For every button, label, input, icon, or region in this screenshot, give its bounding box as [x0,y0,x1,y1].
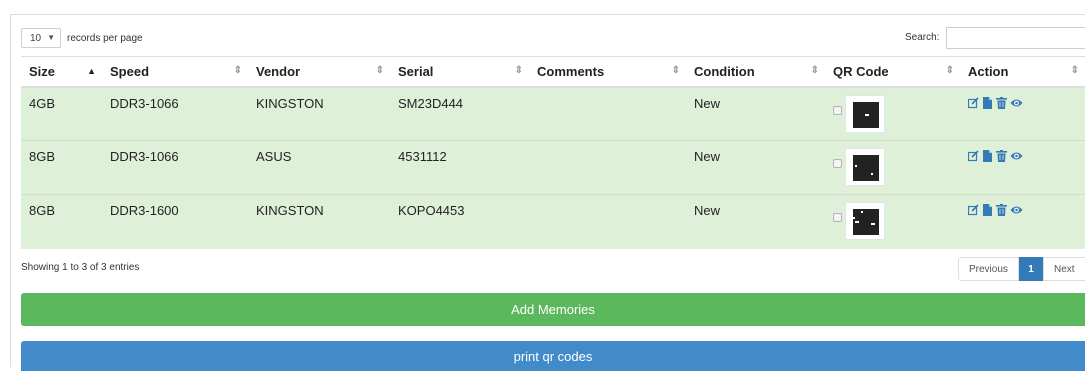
eye-icon[interactable] [1010,97,1023,109]
select-qr-checkbox[interactable] [833,105,842,115]
sort-icon: ⇕ [375,65,384,76]
trash-icon[interactable] [996,150,1007,162]
previous-page-button[interactable]: Previous [958,257,1019,281]
sort-asc-icon: ▲ [87,66,96,76]
sort-icon: ⇕ [514,65,523,76]
next-page-button[interactable]: Next [1043,257,1085,281]
cell-condition: New [686,140,825,195]
search-label: Search: [905,32,940,43]
file-icon[interactable] [982,150,993,162]
edit-icon[interactable] [967,150,979,162]
file-icon[interactable] [982,204,993,216]
inventory-panel: 10 ▼ records per page Search: Size ▲ Spee… [0,0,1085,371]
cell-serial: SM23D444 [390,86,529,141]
trash-icon[interactable] [996,96,1007,109]
column-header-comments[interactable]: Comments ⇕ [529,56,686,88]
cell-condition: New [686,194,825,249]
select-qr-checkbox[interactable] [833,159,842,168]
sort-icon: ⇕ [810,65,819,76]
qr-code-image [845,202,885,240]
pagination: Previous 1 Next [958,257,1085,281]
cell-action [960,140,1085,195]
cell-serial: 4531112 [390,140,529,195]
panel-top-border [10,14,1085,15]
cell-comments [529,194,686,249]
length-control: 10 ▼ records per page [21,28,143,48]
cell-vendor: ASUS [248,140,390,195]
sort-icon: ⇕ [1070,65,1079,76]
cell-size: 8GB [21,194,102,249]
cell-qr-code [825,194,960,249]
sort-icon: ⇕ [233,65,242,76]
eye-icon[interactable] [1010,150,1023,162]
cell-speed: DDR3-1066 [102,140,248,195]
column-header-speed[interactable]: Speed ⇕ [102,56,248,88]
cell-action [960,194,1085,249]
table-row: 4GB DDR3-1066 KINGSTON SM23D444 New [21,86,1085,141]
sort-icon: ⇕ [671,65,680,76]
column-header-condition[interactable]: Condition ⇕ [686,56,825,88]
records-per-page-label: records per page [67,32,143,44]
records-per-page-value: 10 [30,32,42,44]
entries-info: Showing 1 to 3 of 3 entries [21,262,140,273]
cell-qr-code [825,86,960,141]
records-per-page-select[interactable]: 10 ▼ [21,28,61,48]
memory-table: Size ▲ Speed ⇕ Vendor ⇕ Serial ⇕ Comments ⇕ C… [21,56,1085,249]
edit-icon[interactable] [967,96,979,109]
qr-code-image [845,148,885,186]
cell-condition: New [686,86,825,141]
qr-code-image [845,94,885,133]
column-header-serial[interactable]: Serial ⇕ [390,56,529,88]
column-header-qr-code[interactable]: QR Code ⇕ [825,56,960,88]
table-row: 8GB DDR3-1600 KINGSTON KOPO4453 New [21,194,1085,249]
sort-icon: ⇕ [945,65,954,76]
edit-icon[interactable] [967,204,979,216]
panel-left-border [10,14,11,367]
table-header-row: Size ▲ Speed ⇕ Vendor ⇕ Serial ⇕ Comments ⇕ C… [21,56,1085,88]
eye-icon[interactable] [1010,204,1023,216]
cell-comments [529,86,686,141]
page-1-button[interactable]: 1 [1019,257,1043,281]
column-header-action[interactable]: Action ⇕ [960,56,1085,88]
chevron-down-icon: ▼ [47,33,55,42]
trash-icon[interactable] [996,204,1007,216]
file-icon[interactable] [982,96,993,109]
add-memories-button[interactable]: Add Memories [21,293,1085,326]
column-header-vendor[interactable]: Vendor ⇕ [248,56,390,88]
cell-vendor: KINGSTON [248,194,390,249]
cell-size: 4GB [21,86,102,141]
table-row: 8GB DDR3-1066 ASUS 4531112 New [21,140,1085,195]
cell-serial: KOPO4453 [390,194,529,249]
cell-vendor: KINGSTON [248,86,390,141]
cell-comments [529,140,686,195]
cell-qr-code [825,140,960,195]
cell-speed: DDR3-1600 [102,194,248,249]
column-header-size[interactable]: Size ▲ [21,56,102,88]
cell-action [960,86,1085,141]
cell-speed: DDR3-1066 [102,86,248,141]
cell-size: 8GB [21,140,102,195]
select-qr-checkbox[interactable] [833,213,842,222]
search-input[interactable] [946,27,1085,49]
